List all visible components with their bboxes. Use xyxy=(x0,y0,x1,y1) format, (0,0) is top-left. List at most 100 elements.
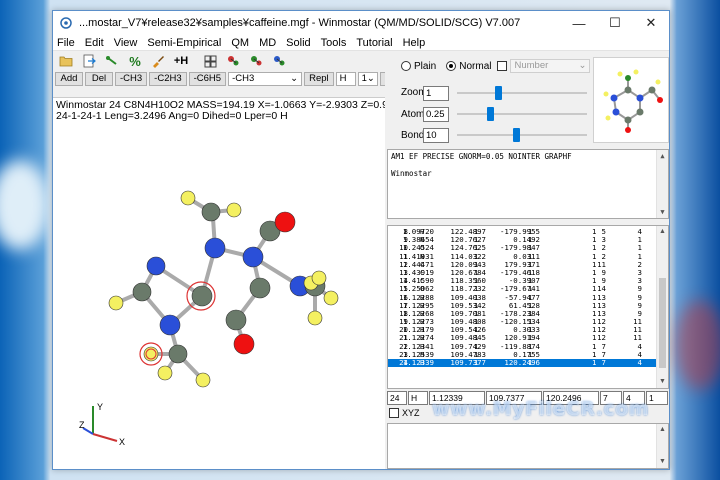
menu-view[interactable]: View xyxy=(114,37,138,49)
output-scrollbar[interactable]: ▲ ▼ xyxy=(656,424,668,468)
keyword-line1: AM1 EF PRECISE GNORM=0.05 NOINTER GRAPHF xyxy=(391,152,572,161)
atom-slider-thumb[interactable] xyxy=(487,107,494,121)
menu-tutorial[interactable]: Tutorial xyxy=(356,37,392,49)
axis-triad: Y X Z xyxy=(79,402,125,447)
open-folder-icon[interactable] xyxy=(57,52,75,70)
zoom-slider[interactable] xyxy=(457,85,587,101)
grid-icon[interactable] xyxy=(201,52,219,70)
atom-input[interactable]: 0.25 xyxy=(423,107,449,122)
molecule-canvas[interactable]: Y X Z xyxy=(53,98,385,470)
bond-input[interactable]: 10 xyxy=(423,128,449,143)
molecule-preview xyxy=(593,57,669,143)
menu-semi-empirical[interactable]: Semi-Empirical xyxy=(147,37,221,49)
bond-slider-track xyxy=(457,134,587,136)
menu-help[interactable]: Help xyxy=(403,37,426,49)
output-pane[interactable]: ▲ ▼ xyxy=(387,423,669,469)
background-blur-left xyxy=(0,160,50,250)
keyword-line2: Winmostar xyxy=(391,169,432,178)
scroll-down-icon[interactable]: ▼ xyxy=(657,206,668,218)
edit-element[interactable]: H xyxy=(408,391,428,405)
table-cell: 120.2496 xyxy=(504,358,540,367)
add-hydrogen-icon[interactable]: +H xyxy=(172,52,190,70)
xyz-checkbox[interactable] xyxy=(389,408,399,418)
number-select-value: Number xyxy=(514,60,549,71)
bond-slider[interactable] xyxy=(457,127,587,143)
bond-label: Bond xyxy=(401,130,425,141)
edit-ref3[interactable]: 1 xyxy=(646,391,668,405)
del-button[interactable]: Del xyxy=(85,72,113,86)
title-bar: ...mostar_V7¥release32¥samples¥caffeine.… xyxy=(53,11,669,35)
menu-qm[interactable]: QM xyxy=(231,37,249,49)
menu-bar: File Edit View Semi-Empirical QM MD Soli… xyxy=(53,35,669,51)
plain-label: Plain xyxy=(414,60,437,72)
maximize-button[interactable]: ☐ xyxy=(597,11,633,35)
table-row[interactable]: 24 H 1.12339 1 109.7377 1 120.2496 1 7 4 xyxy=(388,358,656,368)
zmatrix-scrollbar[interactable]: ▲ ▼ xyxy=(656,226,668,388)
xyz-row: XYZ xyxy=(389,408,420,418)
menu-edit[interactable]: Edit xyxy=(85,37,104,49)
axis-z-label: Z xyxy=(79,420,85,430)
table-cell: 7 xyxy=(601,358,606,367)
fragment-select[interactable]: -CH3 ⌄ xyxy=(228,72,303,86)
fragment-c2h3-button[interactable]: -C2H3 xyxy=(149,72,187,86)
scroll-up-icon[interactable]: ▲ xyxy=(657,150,668,162)
axis-y-label: Y xyxy=(97,402,103,412)
element-select[interactable]: H xyxy=(335,72,356,86)
atoms xyxy=(108,190,339,388)
minimize-button[interactable]: — xyxy=(561,11,597,35)
watermark: www.MyFileCR.com xyxy=(432,398,650,420)
atom-slider-track xyxy=(457,113,587,115)
zmatrix-table[interactable]: 8 H 1.09720 1 122.4897 1 -179.9955 1 5 4 9 N 1.38654… xyxy=(387,225,669,389)
scroll-thumb[interactable] xyxy=(659,278,666,368)
table-cell: 1 xyxy=(592,358,597,367)
close-button[interactable]: ✕ xyxy=(633,11,669,35)
fragment-select-value: -CH3 xyxy=(232,73,255,84)
scroll-up-icon[interactable]: ▲ xyxy=(657,424,668,436)
keyword-scrollbar[interactable]: ▲ ▼ xyxy=(656,150,668,218)
fragment-green-icon[interactable] xyxy=(247,52,265,70)
display-mode-row: Plain Normal Number ⌄ xyxy=(401,59,591,73)
brush-icon[interactable] xyxy=(149,52,167,70)
menu-tools[interactable]: Tools xyxy=(321,37,347,49)
axis-x-label: X xyxy=(119,437,125,447)
preview-molecule-icon xyxy=(603,69,663,133)
table-cell: 109.7377 xyxy=(450,358,486,367)
menu-md[interactable]: MD xyxy=(259,37,276,49)
fragment-c6h5-button[interactable]: -C6H5 xyxy=(188,72,227,86)
plain-radio[interactable] xyxy=(401,61,411,71)
bond-slider-thumb[interactable] xyxy=(513,128,520,142)
scroll-up-icon[interactable]: ▲ xyxy=(657,226,668,238)
chevron-down-icon: ⌄ xyxy=(366,73,375,84)
chevron-down-icon: ⌄ xyxy=(578,60,587,71)
zoom-input[interactable]: 1 xyxy=(423,86,449,101)
add-button[interactable]: Add xyxy=(55,72,83,86)
number-select[interactable]: Number ⌄ xyxy=(510,59,591,73)
menu-file[interactable]: File xyxy=(57,37,75,49)
fragment-red-icon[interactable] xyxy=(224,52,242,70)
menu-solid[interactable]: Solid xyxy=(286,37,310,49)
keyword-textarea[interactable]: AM1 EF PRECISE GNORM=0.05 NOINTER GRAPHF… xyxy=(387,149,669,219)
count-select[interactable]: 1 ⌄ xyxy=(357,72,378,86)
molecule-viewer[interactable]: Winmostar 24 C8N4H10O2 MASS=194.19 X=-1.… xyxy=(53,97,388,470)
edit-index[interactable]: 24 xyxy=(387,391,407,405)
scroll-down-icon[interactable]: ▼ xyxy=(657,456,668,468)
bond-tool-icon[interactable] xyxy=(103,52,121,70)
export-icon[interactable] xyxy=(80,52,98,70)
table-cell: 1.12339 xyxy=(402,358,434,367)
number-checkbox[interactable] xyxy=(497,61,508,71)
xyz-label: XYZ xyxy=(402,408,420,418)
scroll-down-icon[interactable]: ▼ xyxy=(657,376,668,388)
fragment-blue-icon[interactable] xyxy=(270,52,288,70)
zmatrix-table-body: 8 H 1.09720 1 122.4897 1 -179.9955 1 5 4 9 N 1.38654… xyxy=(388,227,656,368)
app-icon xyxy=(60,17,72,29)
background-blur-right xyxy=(675,300,720,390)
zoom-slider-thumb[interactable] xyxy=(495,86,502,100)
fragment-ch3-button[interactable]: -CH3 xyxy=(115,72,148,86)
window-title: ...mostar_V7¥release32¥samples¥caffeine.… xyxy=(79,17,521,29)
repl-button[interactable]: Repl xyxy=(304,72,334,86)
atom-slider[interactable] xyxy=(457,106,587,122)
percent-icon[interactable]: % xyxy=(126,52,144,70)
normal-radio[interactable] xyxy=(446,61,457,71)
chevron-down-icon: ⌄ xyxy=(290,73,299,84)
table-cell: 4 xyxy=(637,358,642,367)
